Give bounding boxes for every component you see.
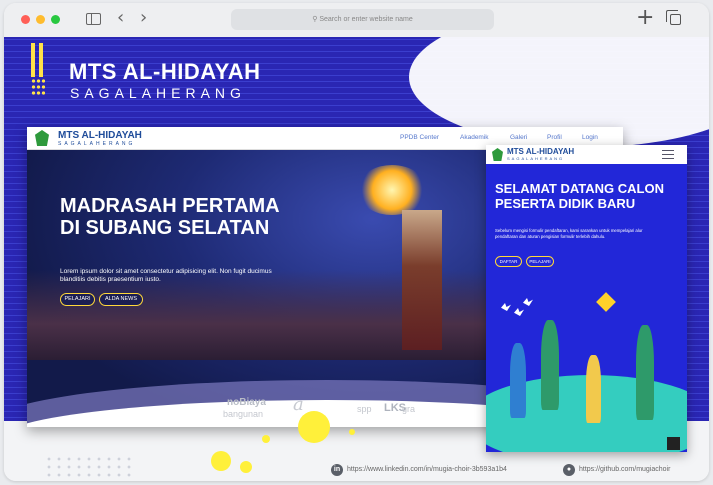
student-illustration: [586, 355, 601, 423]
partner-gra: gra: [402, 404, 416, 414]
desktop-brand-sub: SAGALAHERANG: [58, 141, 136, 147]
browser-window: ‹ › ⚲ Search or enter website name + MTS…: [4, 3, 709, 481]
address-placeholder: Search or enter website name: [319, 16, 413, 23]
maximize-window-button[interactable]: [51, 15, 60, 24]
nav-galeri[interactable]: Galeri: [510, 134, 527, 141]
partner-bangunan: bangunan: [223, 409, 264, 419]
yellow-bubble: [211, 451, 231, 471]
crossing-sign-icon: [596, 292, 616, 312]
fire-icon: [667, 437, 680, 450]
student-illustration: [636, 325, 654, 420]
back-button[interactable]: ‹: [117, 8, 124, 28]
partner-nobiaya: noBiaya: [227, 397, 266, 408]
bird-icon: [523, 298, 533, 306]
minimize-window-button[interactable]: [36, 15, 45, 24]
student-illustration: [510, 343, 526, 418]
alda-news-button[interactable]: ALDA NEWS: [99, 293, 143, 306]
nav-akademik[interactable]: Akademik: [460, 134, 489, 141]
mobile-brand-sub: SAGALAHERANG: [507, 156, 565, 161]
yellow-bubble: [262, 435, 270, 443]
page-content: MTS AL-HIDAYAH SAGALAHERANG MTS AL-HIDAY…: [4, 37, 709, 481]
school-crest-icon: [492, 148, 503, 161]
hero-body: Lorem ipsum dolor sit amet consectetur a…: [60, 268, 272, 283]
school-crest-icon: [35, 130, 49, 146]
linkedin-icon[interactable]: in: [331, 464, 343, 476]
mobile-headline: SELAMAT DATANG CALON PESERTA DIDIK BARU: [495, 181, 664, 211]
linkedin-url[interactable]: https://www.linkedin.com/in/mugia-choir-…: [347, 466, 507, 473]
nav-ppdb-center[interactable]: PPDB Center: [400, 134, 439, 141]
close-window-button[interactable]: [21, 15, 30, 24]
mobile-brand: MTS AL-HIDAYAH: [507, 147, 575, 156]
partner-spp: spp: [357, 404, 372, 414]
mobile-pelajari-button[interactable]: PELAJARI: [526, 256, 554, 267]
nav-login[interactable]: Login: [582, 134, 598, 141]
student-illustration: [541, 320, 559, 410]
banner-title: MTS AL-HIDAYAH: [69, 59, 261, 84]
mobile-body: Sebelum mengisi formulir pendaftaran, ka…: [495, 228, 643, 239]
bird-icon: [514, 308, 524, 316]
tab-overview-icon[interactable]: [666, 10, 681, 25]
daftar-button[interactable]: DAFTAR: [495, 256, 522, 267]
nav-profil[interactable]: Profil: [547, 134, 562, 141]
dot-grid-decoration: [44, 455, 134, 479]
new-tab-button[interactable]: +: [636, 6, 654, 30]
hero-headline: MADRASAH PERTAMA DI SUBANG SELATAN: [60, 195, 279, 239]
yellow-bubble: [298, 411, 330, 443]
desktop-brand: MTS AL-HIDAYAH: [58, 130, 142, 141]
github-icon[interactable]: ●: [563, 464, 575, 476]
logo-dots-icon: [31, 78, 45, 96]
pelajari-button[interactable]: PELAJARI: [60, 293, 95, 306]
yellow-bubble: [240, 461, 252, 473]
mobile-navbar: MTS AL-HIDAYAH SAGALAHERANG: [486, 145, 687, 164]
address-bar[interactable]: ⚲ Search or enter website name: [231, 9, 494, 30]
fire-glow: [357, 165, 427, 215]
banner-subtitle: SAGALAHERANG: [70, 85, 246, 101]
forward-button[interactable]: ›: [140, 8, 147, 28]
github-url[interactable]: https://github.com/mugiachoir: [579, 466, 670, 473]
performer-photo: [402, 210, 442, 350]
browser-toolbar: ‹ › ⚲ Search or enter website name +: [4, 3, 709, 37]
yellow-bubble: [349, 429, 355, 435]
hamburger-menu-icon[interactable]: [662, 150, 674, 159]
mobile-mockup: MTS AL-HIDAYAH SAGALAHERANG SELAMAT DATA…: [486, 145, 687, 452]
partner-a: a: [293, 394, 304, 415]
sidebar-toggle-icon[interactable]: [86, 13, 101, 25]
bird-icon: [501, 303, 511, 311]
